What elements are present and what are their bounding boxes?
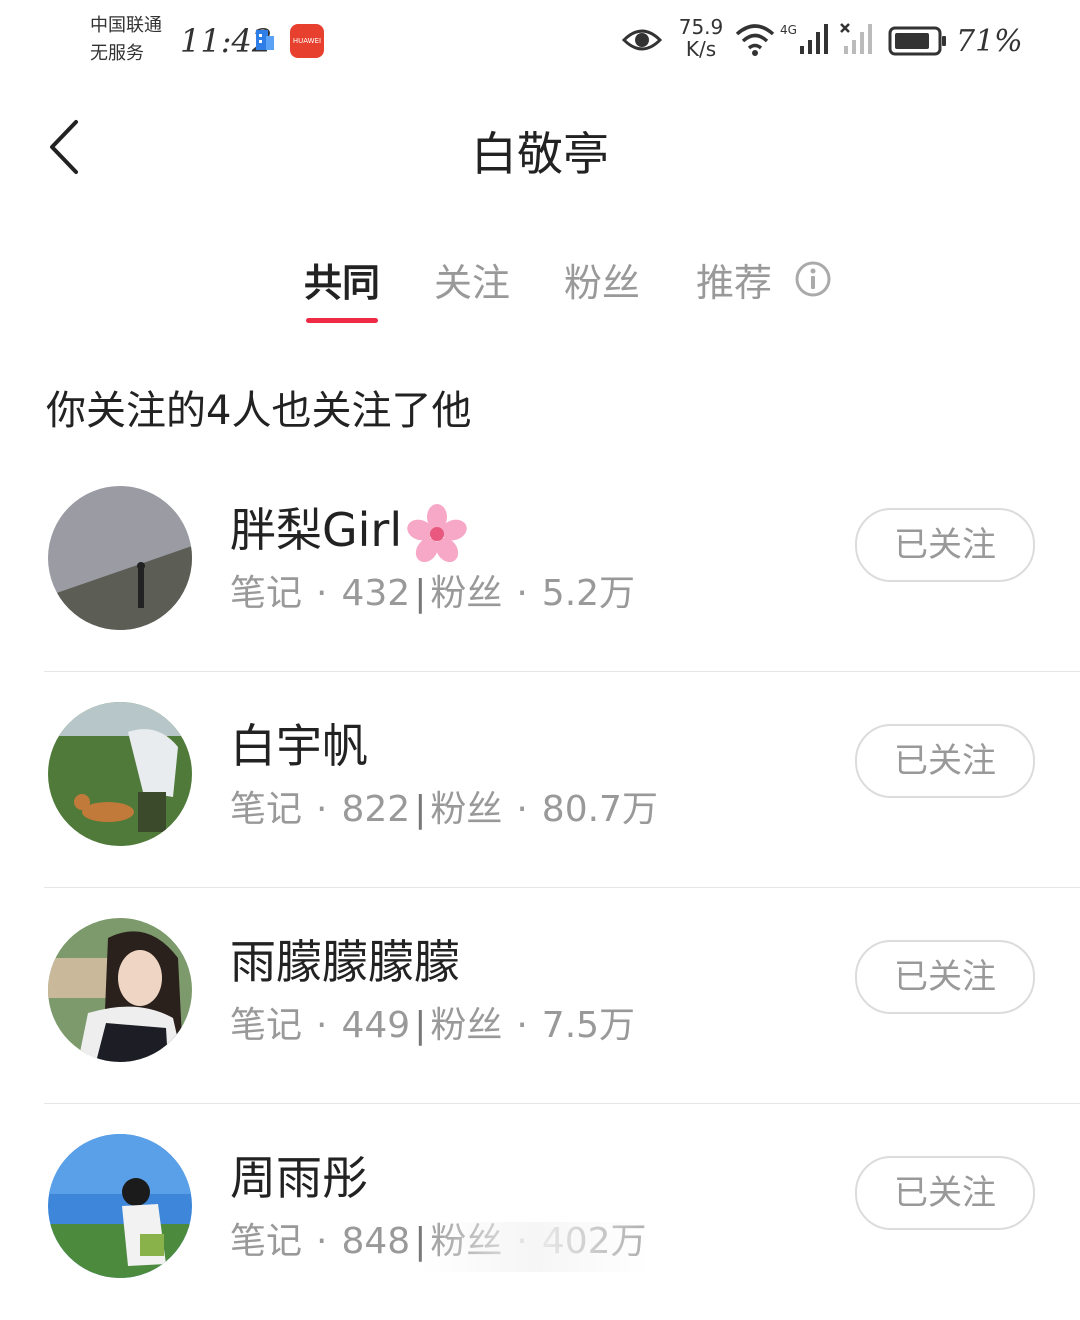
- carrier-service: 无服务: [90, 43, 144, 64]
- following-button[interactable]: 已关注: [855, 724, 1035, 798]
- signal-4g-label: 4G: [780, 23, 797, 37]
- fans-count: 80.7万: [541, 789, 658, 830]
- avatar[interactable]: [48, 486, 192, 630]
- page-title: 白敬亭: [471, 127, 609, 181]
- list-item[interactable]: 周雨彤 笔记 · 848 | 粉丝 · 402万 已关注: [0, 1104, 1080, 1320]
- fans-count: 7.5万: [541, 1005, 636, 1046]
- notes-label: 笔记: [230, 789, 303, 830]
- battery-icon: [888, 26, 946, 56]
- tab-fans[interactable]: 粉丝: [564, 252, 640, 307]
- user-stats: 笔记 · 432 | 粉丝 · 5.2万: [230, 573, 636, 614]
- notes-count: 848: [341, 1221, 411, 1262]
- user-stats: 笔记 · 822 | 粉丝 · 80.7万: [230, 789, 658, 830]
- info-icon[interactable]: [794, 260, 832, 298]
- fans-label: 粉丝: [430, 1221, 503, 1262]
- user-stats: 笔记 · 848 | 粉丝 · 402万: [230, 1221, 647, 1262]
- fans-count: 402万: [541, 1221, 647, 1262]
- wifi-icon: [735, 24, 775, 56]
- fans-label: 粉丝: [430, 573, 503, 614]
- building-app-icon: [256, 30, 274, 50]
- following-button[interactable]: 已关注: [855, 1156, 1035, 1230]
- signal-4g-icon: 4G: [780, 23, 828, 54]
- carrier-name: 中国联通: [90, 15, 162, 36]
- following-button[interactable]: 已关注: [855, 508, 1035, 582]
- eye-icon: [622, 29, 662, 51]
- tab-following[interactable]: 关注: [434, 252, 510, 307]
- user-name: 白宇帆: [230, 719, 368, 773]
- list-item[interactable]: 雨朦朦朦朦 笔记 · 449 | 粉丝 · 7.5万 已关注: [0, 888, 1080, 1104]
- user-name-text: 胖梨Girl: [230, 503, 403, 557]
- status-bar: 中国联通 无服务 11:42 HUAWEI 75.9 K/s 4G 71%: [0, 0, 1080, 80]
- user-name: 胖梨Girl: [230, 494, 468, 565]
- mutual-follow-summary: 你关注的4人也关注了他: [46, 388, 472, 434]
- notes-label: 笔记: [230, 1005, 303, 1046]
- tab-recommend[interactable]: 推荐: [696, 252, 772, 307]
- list-item[interactable]: 白宇帆 笔记 · 822 | 粉丝 · 80.7万 已关注: [0, 672, 1080, 888]
- fans-label: 粉丝: [430, 789, 503, 830]
- fans-count: 5.2万: [541, 573, 636, 614]
- following-button[interactable]: 已关注: [855, 940, 1035, 1014]
- active-tab-indicator: [306, 318, 378, 323]
- huawei-app-icon: HUAWEI: [290, 24, 324, 58]
- notes-count: 449: [341, 1005, 411, 1046]
- user-name: 雨朦朦朦朦: [230, 935, 460, 989]
- network-speed-unit: K/s: [685, 37, 717, 61]
- network-speed-value: 75.9: [678, 15, 724, 39]
- carrier-info: 中国联通 无服务: [90, 12, 178, 68]
- notes-count: 822: [341, 789, 411, 830]
- fans-label: 粉丝: [430, 1005, 503, 1046]
- cherry-blossom-icon: [407, 503, 467, 562]
- tab-common[interactable]: 共同: [304, 252, 380, 307]
- notes-count: 432: [341, 573, 411, 614]
- battery-percent: 71%: [956, 24, 1023, 59]
- user-name: 周雨彤: [230, 1151, 368, 1205]
- avatar[interactable]: [48, 1134, 192, 1278]
- network-speed: 75.9 K/s: [676, 16, 726, 60]
- notes-label: 笔记: [230, 1221, 303, 1262]
- avatar[interactable]: [48, 918, 192, 1062]
- avatar[interactable]: [48, 702, 192, 846]
- user-stats: 笔记 · 449 | 粉丝 · 7.5万: [230, 1005, 636, 1046]
- signal-none-icon: [840, 23, 872, 54]
- list-item[interactable]: 胖梨Girl 笔记 · 432 | 粉丝 · 5.2万 已关注: [0, 456, 1080, 672]
- notes-label: 笔记: [230, 573, 303, 614]
